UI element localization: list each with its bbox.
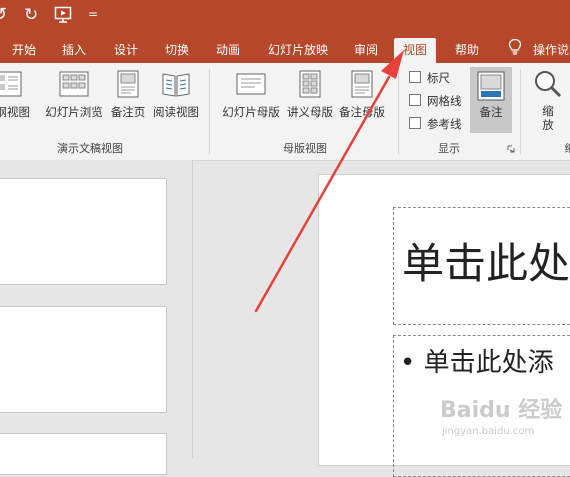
ruler-checkbox[interactable]: 标尺: [409, 70, 450, 86]
lightbulb-icon: [508, 38, 522, 60]
guides-checkbox[interactable]: 参考线: [409, 116, 462, 132]
zoom-button[interactable]: 缩放: [529, 69, 567, 132]
ribbon-tabs: 开始 插入 设计 切换 动画 幻灯片放映 审阅 视图 帮助 操作说明: [0, 34, 570, 63]
watermark: Baidu 经验 jingyan.baidu.com: [440, 386, 570, 458]
dialog-launcher-icon[interactable]: [507, 145, 515, 153]
tab-animations[interactable]: 动画: [212, 38, 244, 63]
redo-icon[interactable]: ↻: [24, 5, 38, 25]
group-label-zoom: 缩: [560, 140, 570, 156]
group-label-presentation-views: 演示文稿视图: [57, 142, 123, 155]
watermark-url: jingyan.baidu.com: [442, 426, 535, 437]
slide-sorter-icon: [59, 71, 89, 97]
tab-help[interactable]: 帮助: [451, 38, 483, 63]
tab-home[interactable]: 开始: [8, 38, 40, 63]
reading-view-icon: [162, 73, 190, 97]
tab-transitions[interactable]: 切换: [161, 38, 193, 63]
tab-design[interactable]: 设计: [110, 38, 142, 63]
slide-sorter-button[interactable]: 幻灯片浏览: [42, 69, 106, 129]
gridlines-checkbox[interactable]: 网格线: [409, 93, 462, 109]
content-placeholder-text: • 单击此处添: [400, 348, 554, 378]
notes-pane-icon: [477, 71, 505, 101]
notes-toggle-button[interactable]: 备注: [470, 67, 512, 133]
tab-slideshow[interactable]: 幻灯片放映: [264, 38, 332, 63]
slide-thumbnails-pane[interactable]: [0, 160, 192, 475]
title-placeholder-text: 单击此处: [402, 239, 570, 288]
notes-master-button[interactable]: 备注母版: [336, 69, 388, 129]
reading-view-button[interactable]: 阅读视图: [150, 69, 202, 129]
outline-view-icon: [0, 71, 22, 97]
notes-page-icon: [117, 70, 139, 98]
group-label-show: 显示: [438, 142, 460, 155]
ribbon-separator: [398, 69, 399, 154]
tab-insert[interactable]: 插入: [58, 38, 90, 63]
tab-review[interactable]: 审阅: [350, 38, 382, 63]
tab-view[interactable]: 视图: [394, 38, 436, 63]
title-placeholder[interactable]: 单击此处: [393, 207, 570, 325]
ribbon-separator: [520, 69, 521, 154]
group-label-master-views: 母版视图: [283, 142, 327, 155]
checkbox-box: [409, 71, 421, 83]
undo-icon[interactable]: ↺: [0, 4, 7, 25]
slide-master-icon: [236, 73, 266, 95]
customize-dropdown-icon[interactable]: =: [88, 7, 98, 21]
slide-thumbnail[interactable]: [0, 433, 167, 475]
notes-master-icon: [351, 70, 373, 98]
magnifier-icon: [535, 71, 562, 98]
title-bar: ↺ ↻ =: [0, 0, 570, 34]
handout-master-button[interactable]: 讲义母版: [284, 69, 336, 129]
present-from-beginning-icon[interactable]: [54, 6, 74, 28]
notes-page-button[interactable]: 备注页: [108, 69, 148, 129]
checkbox-box: [409, 117, 421, 129]
slide-thumbnail[interactable]: [0, 306, 167, 413]
watermark-brand: Baidu 经验: [440, 398, 563, 423]
outline-view-button[interactable]: 大纲视图: [0, 69, 38, 129]
ribbon-separator: [209, 69, 210, 154]
pane-splitter[interactable]: [192, 160, 193, 458]
slide-thumbnail[interactable]: [0, 178, 167, 285]
tell-me-search[interactable]: 操作说明: [533, 38, 570, 63]
ribbon-view: 大纲视图 幻灯片浏览 备注页 阅读视图 演示文稿视图 幻灯片母版 讲义母版 备注…: [0, 63, 570, 161]
handout-master-icon: [299, 70, 321, 98]
slide-master-button[interactable]: 幻灯片母版: [218, 69, 284, 129]
checkbox-box: [409, 94, 421, 106]
